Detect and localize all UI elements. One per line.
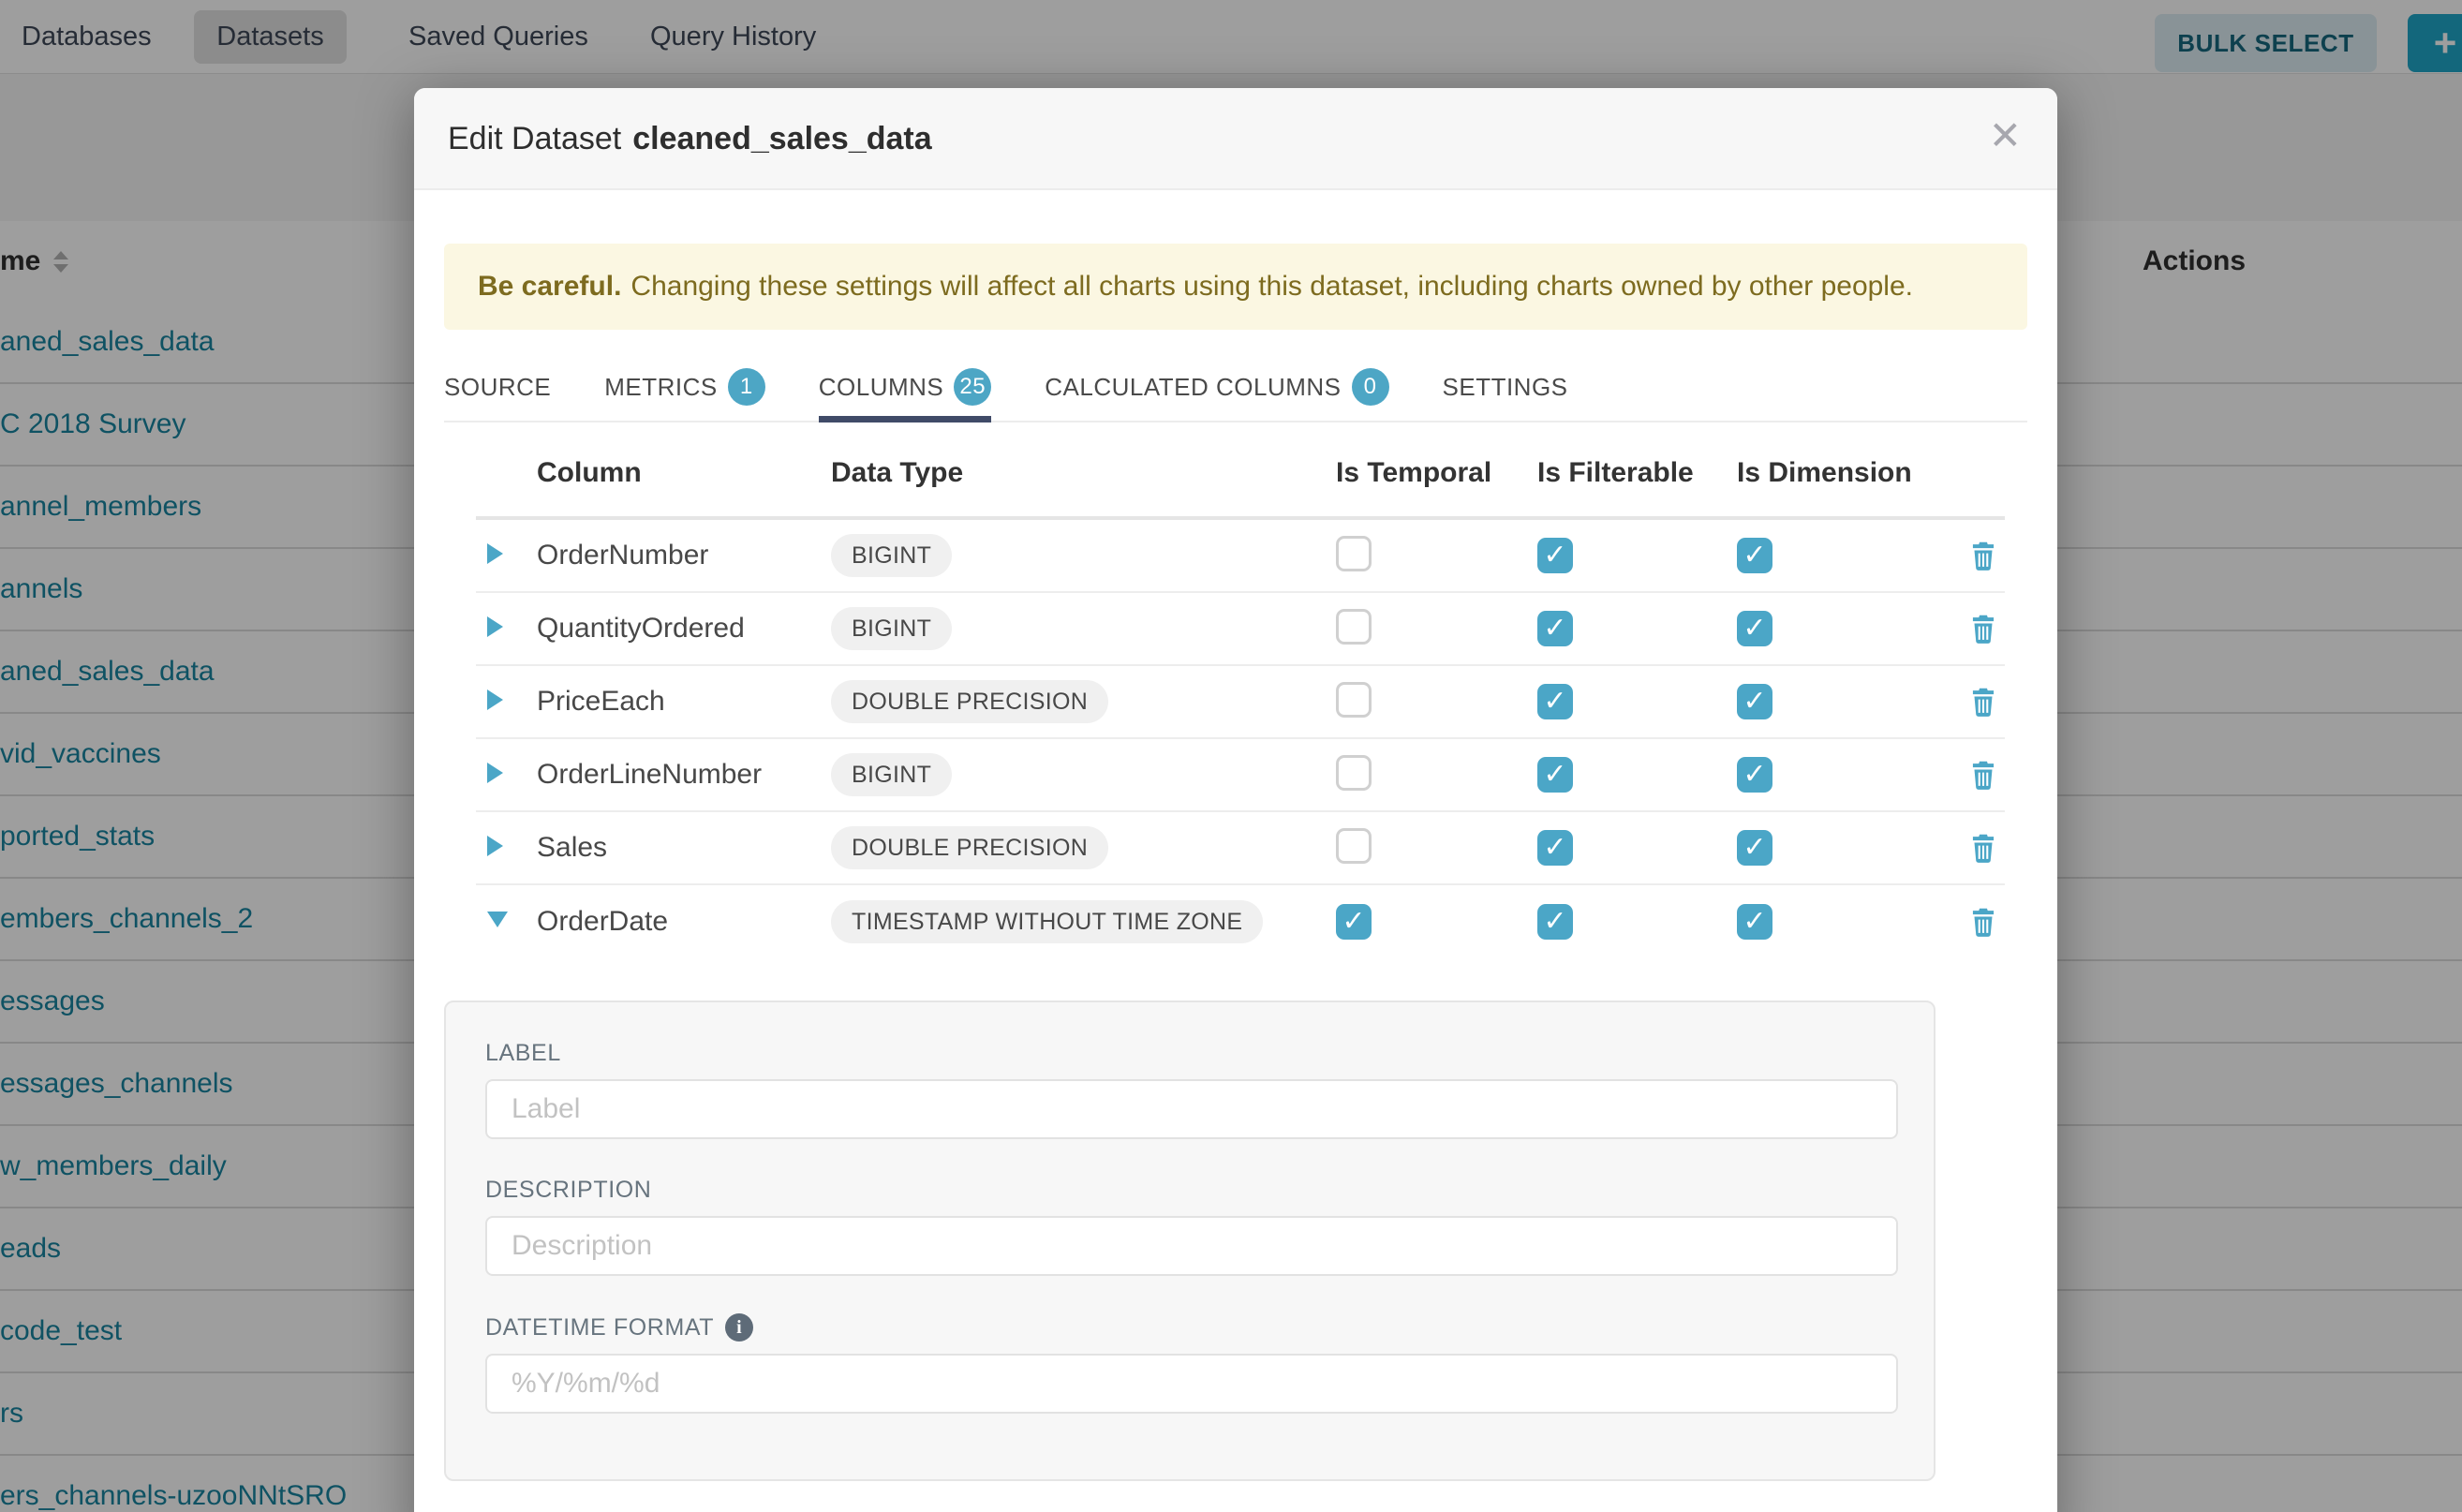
is-dimension-checkbox[interactable]: ✓ (1737, 538, 1772, 573)
is-dimension-checkbox[interactable]: ✓ (1737, 830, 1772, 866)
check-icon: ✓ (1743, 761, 1766, 789)
data-type-badge: DOUBLE PRECISION (831, 826, 1108, 869)
check-icon: ✓ (1543, 541, 1566, 570)
label-input[interactable] (485, 1079, 1898, 1139)
column-name: OrderNumber (537, 540, 831, 571)
screen: Databases Datasets Saved Queries Query H… (0, 0, 2462, 1512)
tab-metrics[interactable]: METRICS1 (604, 353, 765, 421)
is-dimension-checkbox[interactable]: ✓ (1737, 904, 1772, 940)
tab-calculated-columns[interactable]: CALCULATED COLUMNS0 (1045, 353, 1388, 421)
modal-tabs: SOURCE METRICS1 COLUMNS25 CALCULATED COL… (444, 353, 2027, 422)
column-row: Sales DOUBLE PRECISION ✓ ✓ ✓ (476, 812, 2005, 885)
check-icon: ✓ (1543, 615, 1566, 643)
header-is-filterable: Is Filterable (1537, 457, 1737, 489)
is-temporal-checkbox[interactable]: ✓ (1336, 755, 1372, 791)
trash-icon[interactable] (1965, 904, 2001, 940)
data-type-badge: BIGINT (831, 607, 952, 650)
is-filterable-checkbox[interactable]: ✓ (1537, 904, 1573, 940)
check-icon: ✓ (1543, 834, 1566, 862)
check-icon: ✓ (1743, 615, 1766, 643)
check-icon: ✓ (1543, 908, 1566, 936)
calculated-columns-count-badge: 0 (1352, 368, 1389, 406)
is-filterable-checkbox[interactable]: ✓ (1537, 611, 1573, 646)
is-filterable-checkbox[interactable]: ✓ (1537, 538, 1573, 573)
data-type-badge: TIMESTAMP WITHOUT TIME ZONE (831, 900, 1263, 943)
trash-icon[interactable] (1965, 538, 2001, 573)
check-icon: ✓ (1743, 908, 1766, 936)
data-type-badge: BIGINT (831, 534, 952, 577)
modal-title: Edit Dataset cleaned_sales_data (448, 88, 932, 190)
modal-header: Edit Dataset cleaned_sales_data ✕ (414, 88, 2057, 190)
header-data-type: Data Type (831, 457, 1336, 489)
check-icon: ✓ (1342, 908, 1365, 936)
column-name: Sales (537, 832, 831, 864)
data-type-badge: DOUBLE PRECISION (831, 680, 1108, 723)
is-filterable-checkbox[interactable]: ✓ (1537, 830, 1573, 866)
tab-columns[interactable]: COLUMNS25 (819, 353, 992, 421)
expand-caret-icon[interactable] (487, 616, 503, 637)
dataset-name: cleaned_sales_data (632, 121, 931, 157)
expand-caret-icon[interactable] (487, 836, 503, 856)
is-dimension-checkbox[interactable]: ✓ (1737, 684, 1772, 719)
column-row: QuantityOrdered BIGINT ✓ ✓ ✓ (476, 593, 2005, 666)
check-icon: ✓ (1743, 834, 1766, 862)
expand-caret-icon[interactable] (487, 689, 503, 710)
header-is-temporal: Is Temporal (1336, 457, 1537, 489)
is-temporal-checkbox[interactable]: ✓ (1336, 828, 1372, 864)
datetime-format-input[interactable] (485, 1354, 1898, 1414)
is-filterable-checkbox[interactable]: ✓ (1537, 684, 1573, 719)
warning-banner: Be careful. Changing these settings will… (444, 244, 2027, 330)
is-dimension-checkbox[interactable]: ✓ (1737, 611, 1772, 646)
expand-caret-icon[interactable] (487, 543, 503, 564)
column-row: OrderNumber BIGINT ✓ ✓ ✓ (476, 520, 2005, 593)
column-name: QuantityOrdered (537, 613, 831, 645)
header-column: Column (537, 457, 831, 489)
trash-icon[interactable] (1965, 684, 2001, 719)
description-input[interactable] (485, 1216, 1898, 1276)
is-temporal-checkbox[interactable]: ✓ (1336, 609, 1372, 645)
column-detail-panel: LABEL DESCRIPTION DATETIME FORMATi (444, 1001, 1935, 1481)
column-row: PriceEach DOUBLE PRECISION ✓ ✓ ✓ (476, 666, 2005, 739)
description-field-label: DESCRIPTION (485, 1177, 1894, 1204)
column-row: OrderDate TIMESTAMP WITHOUT TIME ZONE ✓ … (476, 885, 2005, 958)
is-temporal-checkbox[interactable]: ✓ (1336, 682, 1372, 718)
collapse-caret-icon[interactable] (487, 912, 508, 927)
info-icon[interactable]: i (725, 1313, 753, 1342)
column-row: OrderLineNumber BIGINT ✓ ✓ ✓ (476, 739, 2005, 812)
column-name: PriceEach (537, 686, 831, 718)
metrics-count-badge: 1 (728, 368, 765, 406)
data-type-badge: BIGINT (831, 753, 952, 796)
edit-dataset-modal: Edit Dataset cleaned_sales_data ✕ Be car… (414, 88, 2057, 1512)
tab-source[interactable]: SOURCE (444, 353, 551, 421)
check-icon: ✓ (1743, 688, 1766, 716)
expand-caret-icon[interactable] (487, 763, 503, 783)
close-icon[interactable]: ✕ (1989, 116, 2022, 156)
datetime-format-field-label: DATETIME FORMATi (485, 1313, 1894, 1342)
columns-count-badge: 25 (954, 368, 991, 406)
is-temporal-checkbox[interactable]: ✓ (1336, 904, 1372, 940)
is-dimension-checkbox[interactable]: ✓ (1737, 757, 1772, 793)
is-filterable-checkbox[interactable]: ✓ (1537, 757, 1573, 793)
trash-icon[interactable] (1965, 757, 2001, 793)
column-name: OrderDate (537, 906, 831, 938)
check-icon: ✓ (1543, 761, 1566, 789)
header-is-dimension: Is Dimension (1737, 457, 1924, 489)
check-icon: ✓ (1543, 688, 1566, 716)
trash-icon[interactable] (1965, 611, 2001, 646)
is-temporal-checkbox[interactable]: ✓ (1336, 536, 1372, 571)
label-field-label: LABEL (485, 1040, 1894, 1067)
tab-settings[interactable]: SETTINGS (1443, 353, 1568, 421)
check-icon: ✓ (1743, 541, 1766, 570)
trash-icon[interactable] (1965, 830, 2001, 866)
column-name: OrderLineNumber (537, 759, 831, 791)
columns-table-header: Column Data Type Is Temporal Is Filterab… (476, 430, 2005, 520)
columns-table: Column Data Type Is Temporal Is Filterab… (476, 430, 2005, 958)
